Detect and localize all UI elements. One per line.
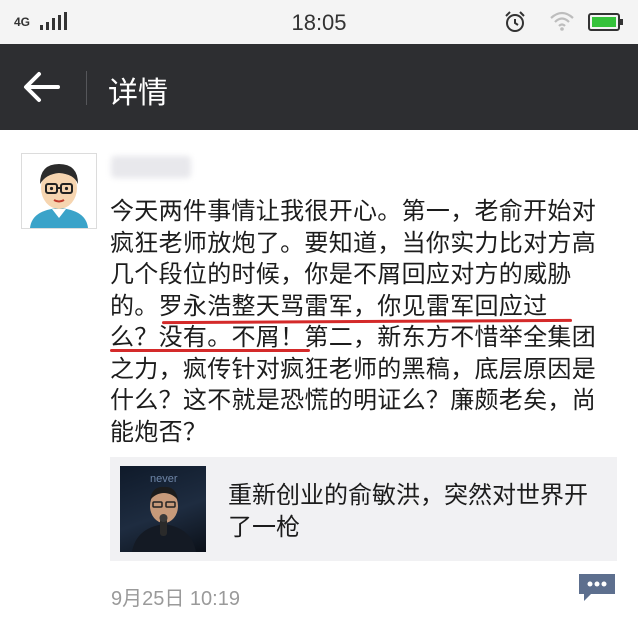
post-timestamp: 9月25日 10:19 — [111, 588, 240, 610]
nav-divider — [86, 71, 87, 105]
post-line: 今天两件事情让我很开心。第一，老俞开始对 — [110, 197, 596, 225]
post-line: 什么？这不就是恐慌的明证么？廉颇老矣，尚 — [110, 386, 596, 414]
post-line: 的。罗永浩整天骂雷军，你见雷军回应过 — [110, 291, 548, 320]
highlight-underline — [110, 349, 310, 352]
battery-icon — [588, 13, 623, 31]
shared-article-card[interactable]: never 重新创业的俞敏洪，突然对世界开了一枪 — [110, 457, 617, 561]
thumbnail-backdrop-text: never — [150, 473, 178, 485]
status-time: 18:05 — [291, 10, 347, 35]
post-line: 疯狂老师放炮了。要知道，当你实力比对方高 — [110, 228, 596, 257]
speaker-photo-icon: never — [132, 473, 196, 552]
alarm-clock-icon — [505, 11, 525, 32]
author-avatar[interactable] — [21, 153, 97, 229]
wifi-icon — [550, 11, 574, 31]
arrow-left-icon[interactable] — [22, 69, 60, 105]
post-line: 能炮否？ — [110, 417, 208, 446]
top-nav-bar: 详情 — [0, 44, 638, 130]
post-line: 之力，疯传针对疯狂老师的黑稿，底层原因是 — [110, 354, 596, 383]
cartoon-face-avatar-icon — [22, 154, 96, 228]
article-thumbnail: never — [120, 466, 206, 552]
author-name[interactable] — [111, 156, 191, 178]
article-title: 重新创业的俞敏洪，突然对世界开了一枪 — [228, 481, 588, 541]
comment-bubble-icon[interactable] — [577, 572, 617, 602]
post-line: 几个段位的时候，你是不屑回应对方的威胁 — [110, 260, 572, 288]
status-bar: 4G 18:05 — [0, 0, 638, 44]
page-title: 详情 — [108, 76, 168, 111]
